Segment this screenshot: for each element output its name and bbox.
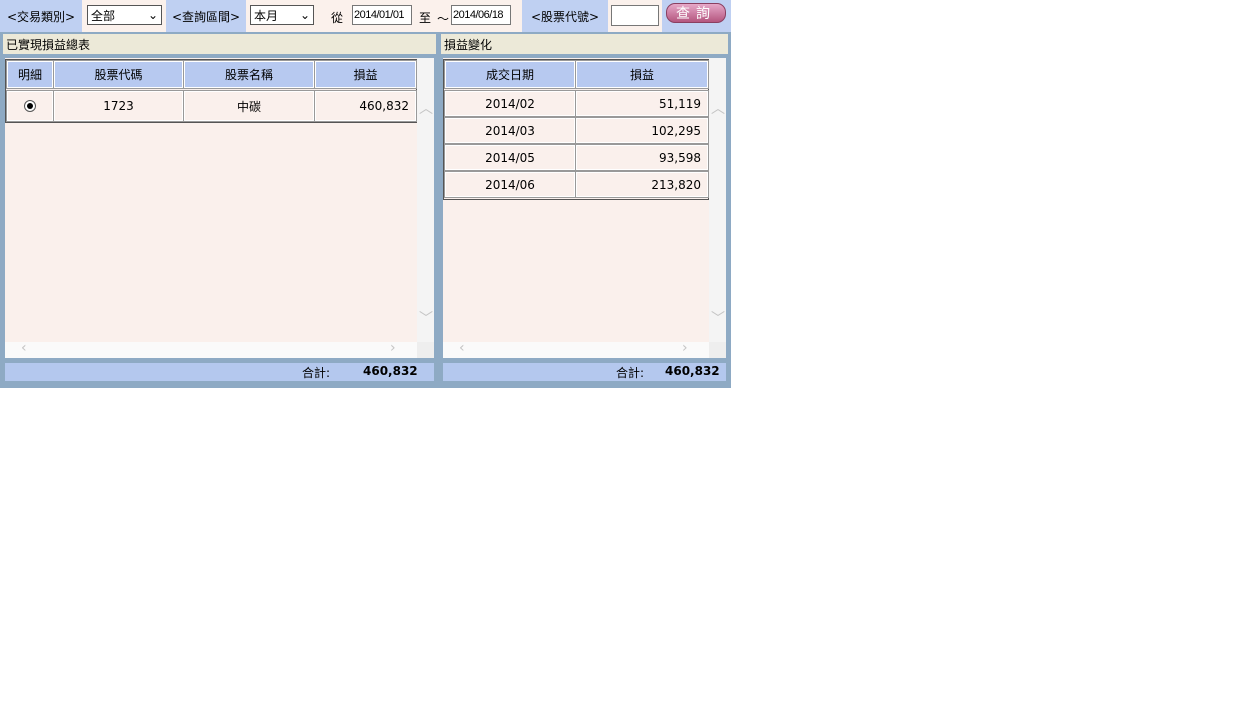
total-value: 460,832 bbox=[363, 364, 418, 378]
stock-name-cell: 中碳 bbox=[183, 90, 315, 122]
header-pnl: 損益 bbox=[575, 60, 709, 89]
trade-type-value: 全部 bbox=[91, 8, 116, 23]
period-label: <查詢區間> bbox=[166, 0, 246, 32]
vertical-scrollbar[interactable]: ︿ ﹀ bbox=[709, 58, 726, 342]
horizontal-scrollbar[interactable]: ‹ › bbox=[5, 340, 417, 358]
trade-date-cell: 2014/05 bbox=[444, 144, 576, 171]
to-date-input[interactable]: 2014/06/18 bbox=[451, 5, 511, 25]
pnl-cell: 93,598 bbox=[575, 144, 709, 171]
pnl-cell: 51,119 bbox=[575, 90, 709, 117]
to-label: 至 bbox=[419, 11, 432, 25]
horizontal-scrollbar[interactable]: ‹ › bbox=[443, 340, 709, 358]
scroll-up-icon[interactable]: ︿ bbox=[419, 98, 433, 118]
stock-code-input[interactable] bbox=[611, 5, 659, 26]
header-stock-name: 股票名稱 bbox=[183, 60, 315, 89]
scroll-down-icon[interactable]: ﹀ bbox=[711, 308, 725, 328]
pnl-cell: 460,832 bbox=[314, 90, 417, 122]
header-pnl: 損益 bbox=[314, 60, 417, 89]
right-panel-title: 損益變化 bbox=[441, 34, 728, 54]
query-toolbar: <交易類別> 全部 ⌄ <查詢區間> 本月 ⌄ 從 2014/01/01 至 ～ 2… bbox=[0, 0, 731, 32]
right-total-bar: 合計: 460,832 bbox=[443, 363, 726, 381]
scroll-up-icon[interactable]: ︿ bbox=[711, 98, 725, 118]
vertical-scrollbar[interactable]: ︿ ﹀ bbox=[417, 58, 434, 342]
stock-code-cell: 1723 bbox=[53, 90, 184, 122]
pnl-change-table: 成交日期 損益 2014/02 51,119 2014/03 102,295 2… bbox=[443, 59, 709, 200]
stock-code-label: <股票代號> bbox=[522, 0, 608, 32]
radio-selected-icon[interactable] bbox=[24, 100, 36, 112]
scroll-left-icon[interactable]: ‹ bbox=[21, 340, 27, 356]
header-stock-code: 股票代碼 bbox=[53, 60, 184, 89]
left-panel-title: 已實現損益總表 bbox=[3, 34, 436, 54]
from-date-input[interactable]: 2014/01/01 bbox=[352, 5, 412, 25]
trade-date-cell: 2014/02 bbox=[444, 90, 576, 117]
period-value: 本月 bbox=[254, 8, 279, 23]
pnl-cell: 102,295 bbox=[575, 117, 709, 144]
pnl-cell: 213,820 bbox=[575, 171, 709, 198]
total-label: 合計: bbox=[302, 366, 331, 380]
summary-table: 明細 股票代碼 股票名稱 損益 1723 中碳 460,832 bbox=[5, 59, 417, 123]
query-button[interactable]: 查詢 bbox=[666, 3, 726, 23]
from-label: 從 bbox=[331, 11, 344, 25]
trade-type-select[interactable]: 全部 ⌄ bbox=[87, 5, 162, 25]
detail-radio[interactable] bbox=[6, 90, 54, 122]
tilde-label: ～ bbox=[437, 12, 450, 26]
total-value: 460,832 bbox=[665, 364, 720, 378]
scroll-left-icon[interactable]: ‹ bbox=[459, 340, 465, 356]
trade-date-cell: 2014/06 bbox=[444, 171, 576, 198]
scroll-down-icon[interactable]: ﹀ bbox=[419, 308, 433, 328]
period-select[interactable]: 本月 ⌄ bbox=[250, 5, 314, 25]
left-total-bar: 合計: 460,832 bbox=[5, 363, 434, 381]
header-detail: 明細 bbox=[6, 60, 54, 89]
chevron-down-icon: ⌄ bbox=[147, 8, 158, 22]
scroll-right-icon[interactable]: › bbox=[682, 340, 688, 356]
total-label: 合計: bbox=[616, 366, 645, 380]
header-trade-date: 成交日期 bbox=[444, 60, 576, 89]
chevron-down-icon: ⌄ bbox=[299, 8, 310, 22]
scroll-right-icon[interactable]: › bbox=[390, 340, 396, 356]
trade-date-cell: 2014/03 bbox=[444, 117, 576, 144]
trade-type-label: <交易類別> bbox=[0, 0, 82, 32]
